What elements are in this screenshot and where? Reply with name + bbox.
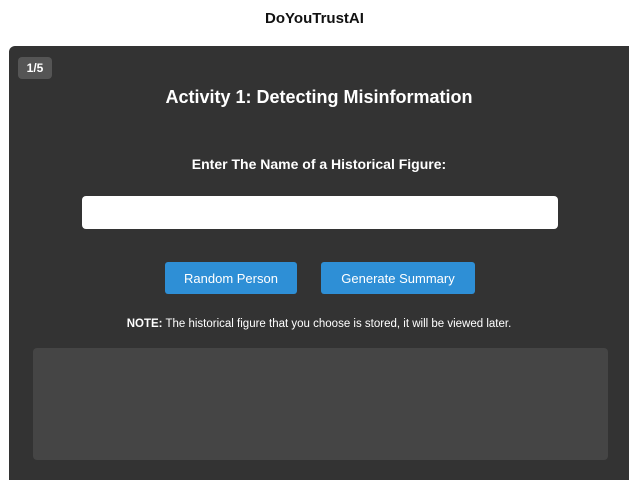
activity-panel: 1/5 Activity 1: Detecting Misinformation… xyxy=(9,46,629,480)
step-badge: 1/5 xyxy=(18,57,52,79)
generate-summary-button[interactable]: Generate Summary xyxy=(321,262,475,294)
note-prefix: NOTE: xyxy=(126,318,163,330)
storage-note: NOTE: The historical figure that you cho… xyxy=(9,318,629,330)
random-person-button[interactable]: Random Person xyxy=(165,262,297,294)
historical-figure-input[interactable] xyxy=(82,196,558,229)
historical-figure-label: Enter The Name of a Historical Figure: xyxy=(191,156,447,172)
note-text: The historical figure that you choose is… xyxy=(162,318,512,330)
activity-title: Activity 1: Detecting Misinformation xyxy=(165,87,473,107)
app-title: DoYouTrustAI xyxy=(265,10,364,27)
summary-output xyxy=(33,348,608,460)
